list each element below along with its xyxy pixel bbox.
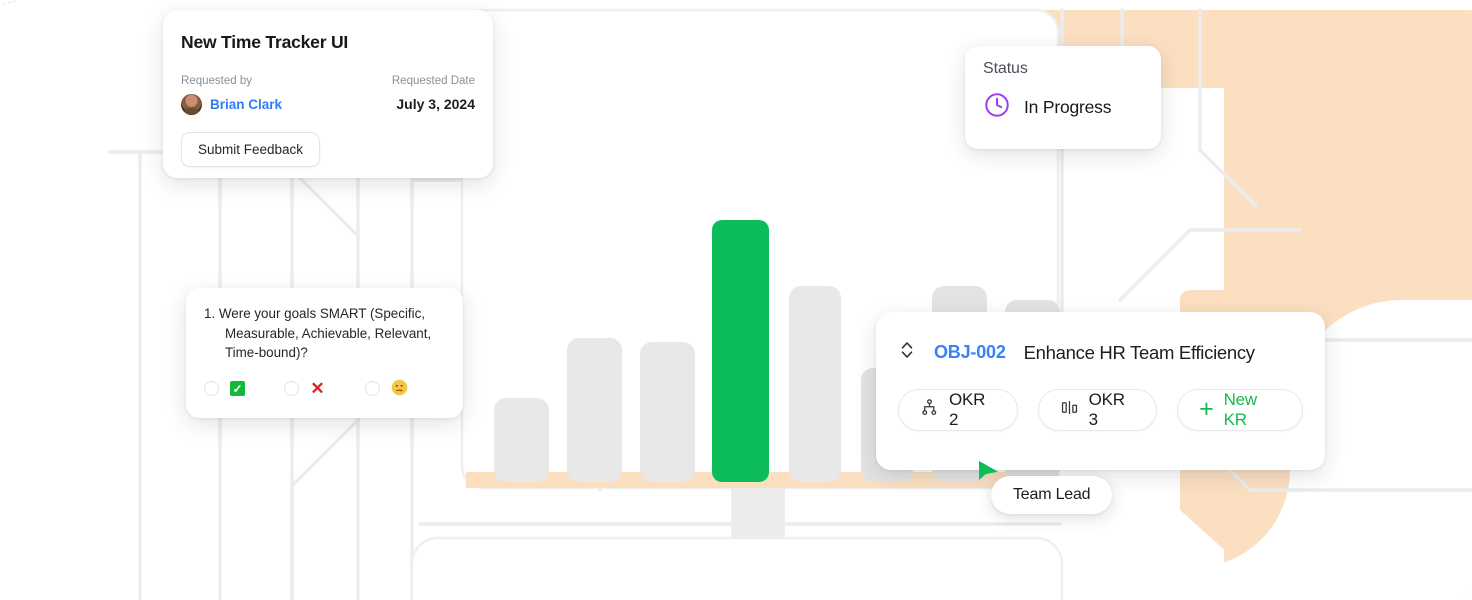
answer-options: ✓ ✕ <box>204 379 445 399</box>
question-text: 1. Were your goals SMART (Specific, Meas… <box>204 306 432 361</box>
status-card: Status In Progress <box>965 46 1161 149</box>
cross-mark-icon: ✕ <box>310 379 325 399</box>
thinking-face-icon <box>391 379 408 399</box>
clock-icon <box>983 91 1011 124</box>
okr-chip-row: OKR 2 OKR 3 + New KR <box>898 389 1303 431</box>
request-meta-row: Requested by Brian Clark Requested Date … <box>163 73 493 116</box>
okr-3-chip[interactable]: OKR 3 <box>1037 389 1158 431</box>
objective-title: Enhance HR Team Efficiency <box>1023 341 1255 363</box>
chart-bar-4-highlight <box>712 220 769 482</box>
cursor-label-team-lead: Team Lead <box>991 476 1113 514</box>
chevron-up-down-icon[interactable] <box>898 338 916 367</box>
radio-yes[interactable] <box>204 381 219 397</box>
requested-by-block: Requested by Brian Clark <box>181 73 282 116</box>
okr-card: OBJ-002 Enhance HR Team Efficiency OKR 2 <box>876 312 1325 470</box>
chart-bar-5 <box>789 286 841 482</box>
option-no[interactable]: ✕ <box>284 380 364 397</box>
chart-bar-3 <box>640 342 695 482</box>
radio-maybe[interactable] <box>364 381 380 397</box>
okr-2-label: OKR 2 <box>949 390 986 429</box>
requested-date-block: Requested Date July 3, 2024 <box>392 73 475 112</box>
plus-icon: + <box>1199 395 1214 424</box>
okr-header: OBJ-002 Enhance HR Team Efficiency <box>898 312 1303 367</box>
chart-bar-1 <box>494 398 549 482</box>
white-check-mark-icon: ✓ <box>230 381 245 397</box>
okr-3-label: OKR 3 <box>1088 390 1125 429</box>
status-badge: In Progress <box>1024 97 1112 117</box>
chart-bar-2 <box>567 338 622 482</box>
radio-no[interactable] <box>284 381 300 397</box>
requester[interactable]: Brian Clark <box>181 94 282 116</box>
page-title: New Time Tracker UI <box>181 32 349 52</box>
bar-chart-icon <box>1060 398 1079 422</box>
option-yes[interactable]: ✓ <box>204 381 284 397</box>
okr-2-chip[interactable]: OKR 2 <box>898 389 1018 431</box>
screenshot-root: New Time Tracker UI Requested by Brian C… <box>0 0 1472 600</box>
submit-feedback-button[interactable]: Submit Feedback <box>181 132 321 168</box>
smart-question-card: 1. Were your goals SMART (Specific, Meas… <box>186 288 463 418</box>
requested-date-label: Requested Date <box>391 75 475 87</box>
requested-by-label: Requested by <box>181 75 252 87</box>
requested-date-value: July 3, 2024 <box>396 96 475 113</box>
status-label: Status <box>983 60 1028 77</box>
request-card: New Time Tracker UI Requested by Brian C… <box>163 10 493 178</box>
objective-id[interactable]: OBJ-002 <box>934 342 1006 363</box>
option-maybe[interactable] <box>364 379 445 399</box>
new-kr-label: New KR <box>1223 390 1258 429</box>
avatar <box>181 94 202 116</box>
new-kr-button[interactable]: + New KR <box>1177 389 1303 431</box>
hierarchy-icon <box>920 398 939 422</box>
status-value-row: In Progress <box>983 91 1143 124</box>
requester-name[interactable]: Brian Clark <box>210 97 282 112</box>
